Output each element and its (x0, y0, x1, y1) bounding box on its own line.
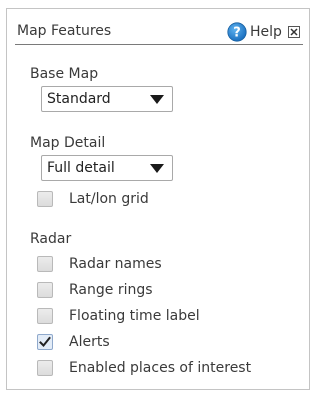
chevron-down-icon (150, 164, 164, 173)
help-button[interactable]: ? Help (227, 22, 282, 42)
places-of-interest-label: Enabled places of interest (69, 360, 252, 376)
floating-time-label-label: Floating time label (69, 308, 200, 324)
radar-label: Radar (30, 231, 72, 247)
floating-time-label-checkbox[interactable] (37, 308, 53, 324)
latlon-grid-checkbox[interactable] (37, 191, 53, 207)
base-map-label: Base Map (30, 66, 99, 82)
panel-title: Map Features (17, 23, 112, 39)
latlon-grid-label: Lat/lon grid (69, 191, 149, 207)
map-detail-select[interactable]: Full detail (41, 155, 173, 181)
help-label: Help (250, 24, 282, 40)
range-rings-checkbox[interactable] (37, 282, 53, 298)
close-button[interactable] (288, 26, 300, 38)
radar-names-checkbox[interactable] (37, 256, 53, 272)
alerts-checkbox[interactable] (37, 334, 53, 350)
help-icon: ? (227, 22, 247, 42)
alerts-option[interactable]: Alerts (37, 333, 110, 351)
checkmark-icon (39, 336, 51, 347)
chevron-down-icon (150, 95, 164, 104)
latlon-grid-option[interactable]: Lat/lon grid (37, 190, 149, 208)
base-map-value: Standard (47, 91, 111, 107)
close-x-icon (290, 28, 298, 36)
range-rings-label: Range rings (69, 282, 153, 298)
map-features-panel: Map Features ? Help Base Map Standard Ma… (6, 8, 310, 390)
floating-time-label-option[interactable]: Floating time label (37, 307, 200, 325)
map-detail-label: Map Detail (30, 135, 106, 151)
svg-text:?: ? (233, 26, 241, 41)
panel-header: Map Features ? Help (15, 18, 303, 45)
radar-names-option[interactable]: Radar names (37, 255, 162, 273)
places-of-interest-option[interactable]: Enabled places of interest (37, 359, 251, 377)
radar-names-label: Radar names (69, 256, 162, 272)
base-map-select[interactable]: Standard (41, 86, 173, 112)
alerts-label: Alerts (69, 334, 110, 350)
range-rings-option[interactable]: Range rings (37, 281, 153, 299)
map-detail-value: Full detail (47, 160, 115, 176)
places-of-interest-checkbox[interactable] (37, 360, 53, 376)
